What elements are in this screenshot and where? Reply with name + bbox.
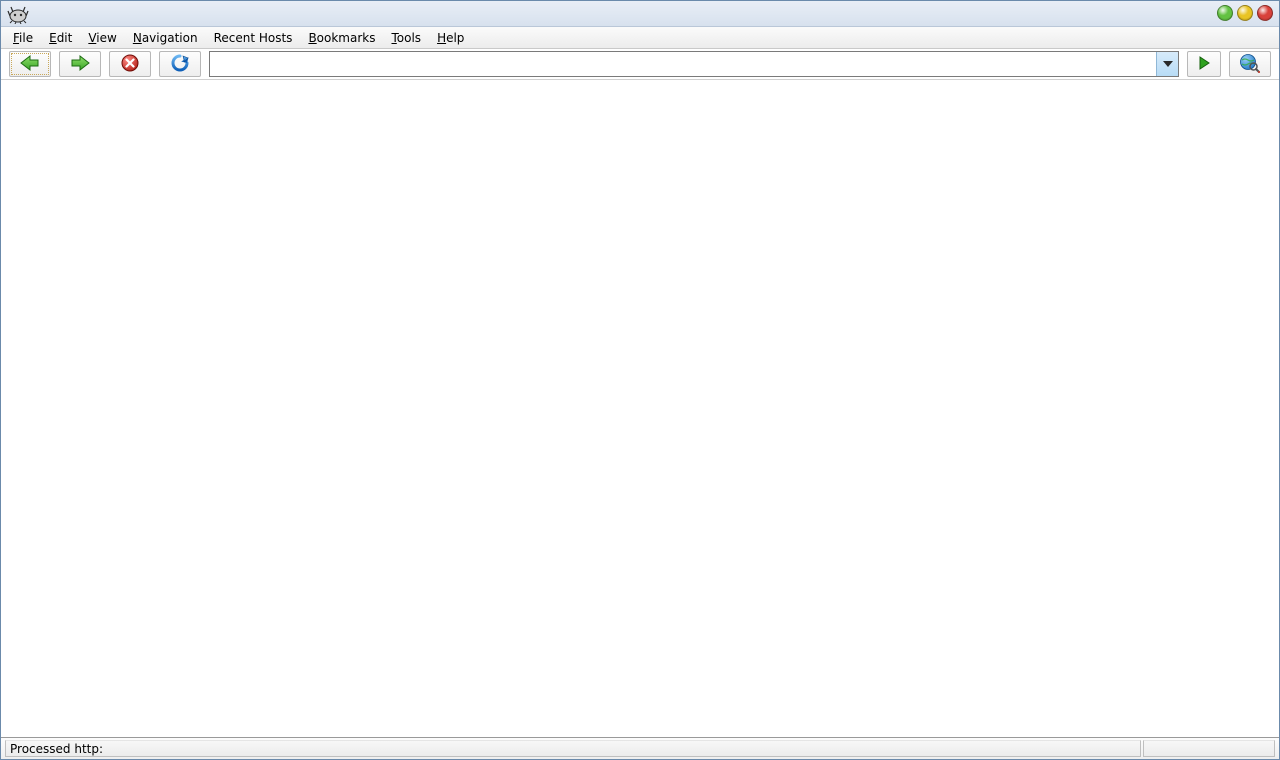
app-icon (7, 4, 29, 24)
content-area (1, 79, 1279, 737)
back-button[interactable] (9, 51, 51, 77)
status-text: Processed http: (5, 740, 1141, 757)
reload-icon (170, 53, 190, 76)
menu-recent-hosts[interactable]: Recent Hosts (208, 29, 299, 47)
address-bar (209, 51, 1179, 77)
address-dropdown-button[interactable] (1156, 52, 1178, 76)
go-button[interactable] (1187, 51, 1221, 77)
menu-help[interactable]: Help (431, 29, 470, 47)
menu-bookmarks[interactable]: Bookmarks (302, 29, 381, 47)
chevron-down-icon (1163, 61, 1173, 67)
toolbar (1, 49, 1279, 79)
titlebar (1, 1, 1279, 27)
status-progress (1143, 740, 1275, 757)
menu-tools[interactable]: Tools (385, 29, 427, 47)
stop-button[interactable] (109, 51, 151, 77)
menu-file[interactable]: File (7, 29, 39, 47)
status-label: Processed http: (10, 742, 103, 756)
globe-search-icon (1239, 53, 1261, 76)
forward-button[interactable] (59, 51, 101, 77)
arrow-left-icon (19, 54, 41, 75)
maximize-button[interactable] (1237, 5, 1253, 21)
window-controls (1217, 5, 1273, 21)
menu-navigation[interactable]: Navigation (127, 29, 204, 47)
search-button[interactable] (1229, 51, 1271, 77)
menubar: File Edit View Navigation Recent Hosts B… (1, 27, 1279, 49)
stop-icon (120, 53, 140, 76)
close-button[interactable] (1257, 5, 1273, 21)
reload-button[interactable] (159, 51, 201, 77)
address-input[interactable] (210, 52, 1156, 76)
app-window: File Edit View Navigation Recent Hosts B… (0, 0, 1280, 760)
menu-view[interactable]: View (82, 29, 122, 47)
statusbar: Processed http: (1, 737, 1279, 759)
arrow-right-icon (69, 54, 91, 75)
menu-edit[interactable]: Edit (43, 29, 78, 47)
minimize-button[interactable] (1217, 5, 1233, 21)
play-icon (1197, 56, 1211, 73)
